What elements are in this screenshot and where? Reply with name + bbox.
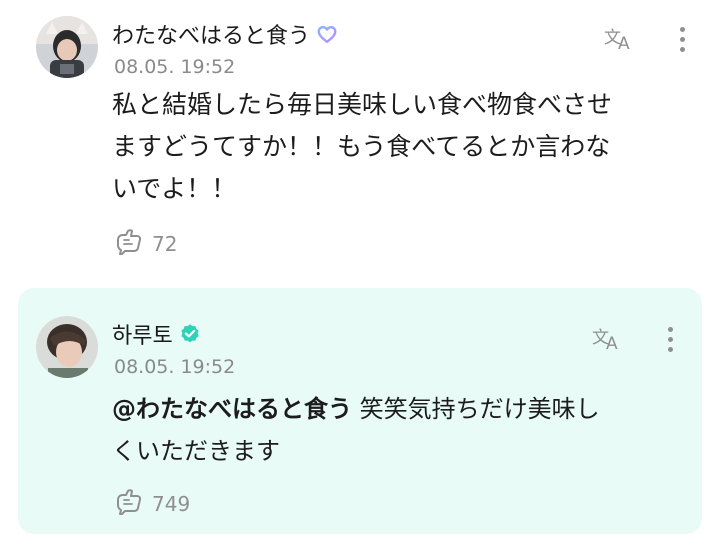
artist-reply-card: 하루토 08.05. 19:52 文 A @わたなべはると食う 笑笑気持ちだけ美… xyxy=(18,288,702,534)
fan-post-text: 私と結婚したら毎日美味しい食べ物食べさせ ますどうてすか！！もう食べてるとか言わ… xyxy=(112,84,692,210)
artist-reply-line: くいただきます xyxy=(112,437,280,465)
fan-post-line: ますどうてすか！！もう食べてるとか言わな xyxy=(112,132,611,161)
like-hand-icon xyxy=(114,488,144,520)
fan-avatar[interactable] xyxy=(36,16,98,78)
artist-like-button[interactable]: 749 xyxy=(114,488,190,520)
fan-timestamp: 08.05. 19:52 xyxy=(114,56,236,78)
fan-post-line: いでよ！！ xyxy=(112,174,237,203)
translate-icon[interactable]: 文 A xyxy=(602,22,638,52)
mention-link[interactable]: @わたなべはると食う xyxy=(112,395,352,423)
svg-text:A: A xyxy=(606,334,618,351)
artist-reply-text: @わたなべはると食う 笑笑気持ちだけ美味し くいただきます xyxy=(112,388,682,472)
fan-like-button[interactable]: 72 xyxy=(114,228,177,260)
fan-post-line: 私と結婚したら毎日美味しい食べ物食べさせ xyxy=(112,90,613,119)
more-vertical-icon[interactable] xyxy=(660,322,680,356)
reply-text-segment: 笑笑気持ちだけ美味し xyxy=(352,395,600,423)
heart-outline-badge-icon xyxy=(316,23,338,45)
artist-username[interactable]: 하루토 xyxy=(112,318,173,350)
more-vertical-icon[interactable] xyxy=(672,22,692,56)
fan-username[interactable]: わたなべはると食う xyxy=(112,18,310,50)
translate-icon[interactable]: 文 A xyxy=(590,322,626,352)
artist-like-count: 749 xyxy=(152,492,191,516)
artist-timestamp: 08.05. 19:52 xyxy=(114,356,236,378)
artist-reply-line: @わたなべはると食う 笑笑気持ちだけ美味し xyxy=(112,388,682,430)
svg-text:A: A xyxy=(618,34,630,51)
fan-name-row: わたなべはると食う xyxy=(112,19,338,49)
artist-avatar[interactable] xyxy=(36,316,98,378)
fan-post: わたなべはると食う 08.05. 19:52 文 A 私と結婚したら毎日美味しい… xyxy=(0,0,720,278)
artist-name-row: 하루토 xyxy=(112,319,201,349)
verified-check-icon xyxy=(179,323,201,345)
fan-like-count: 72 xyxy=(152,232,178,256)
like-hand-icon xyxy=(114,228,144,260)
